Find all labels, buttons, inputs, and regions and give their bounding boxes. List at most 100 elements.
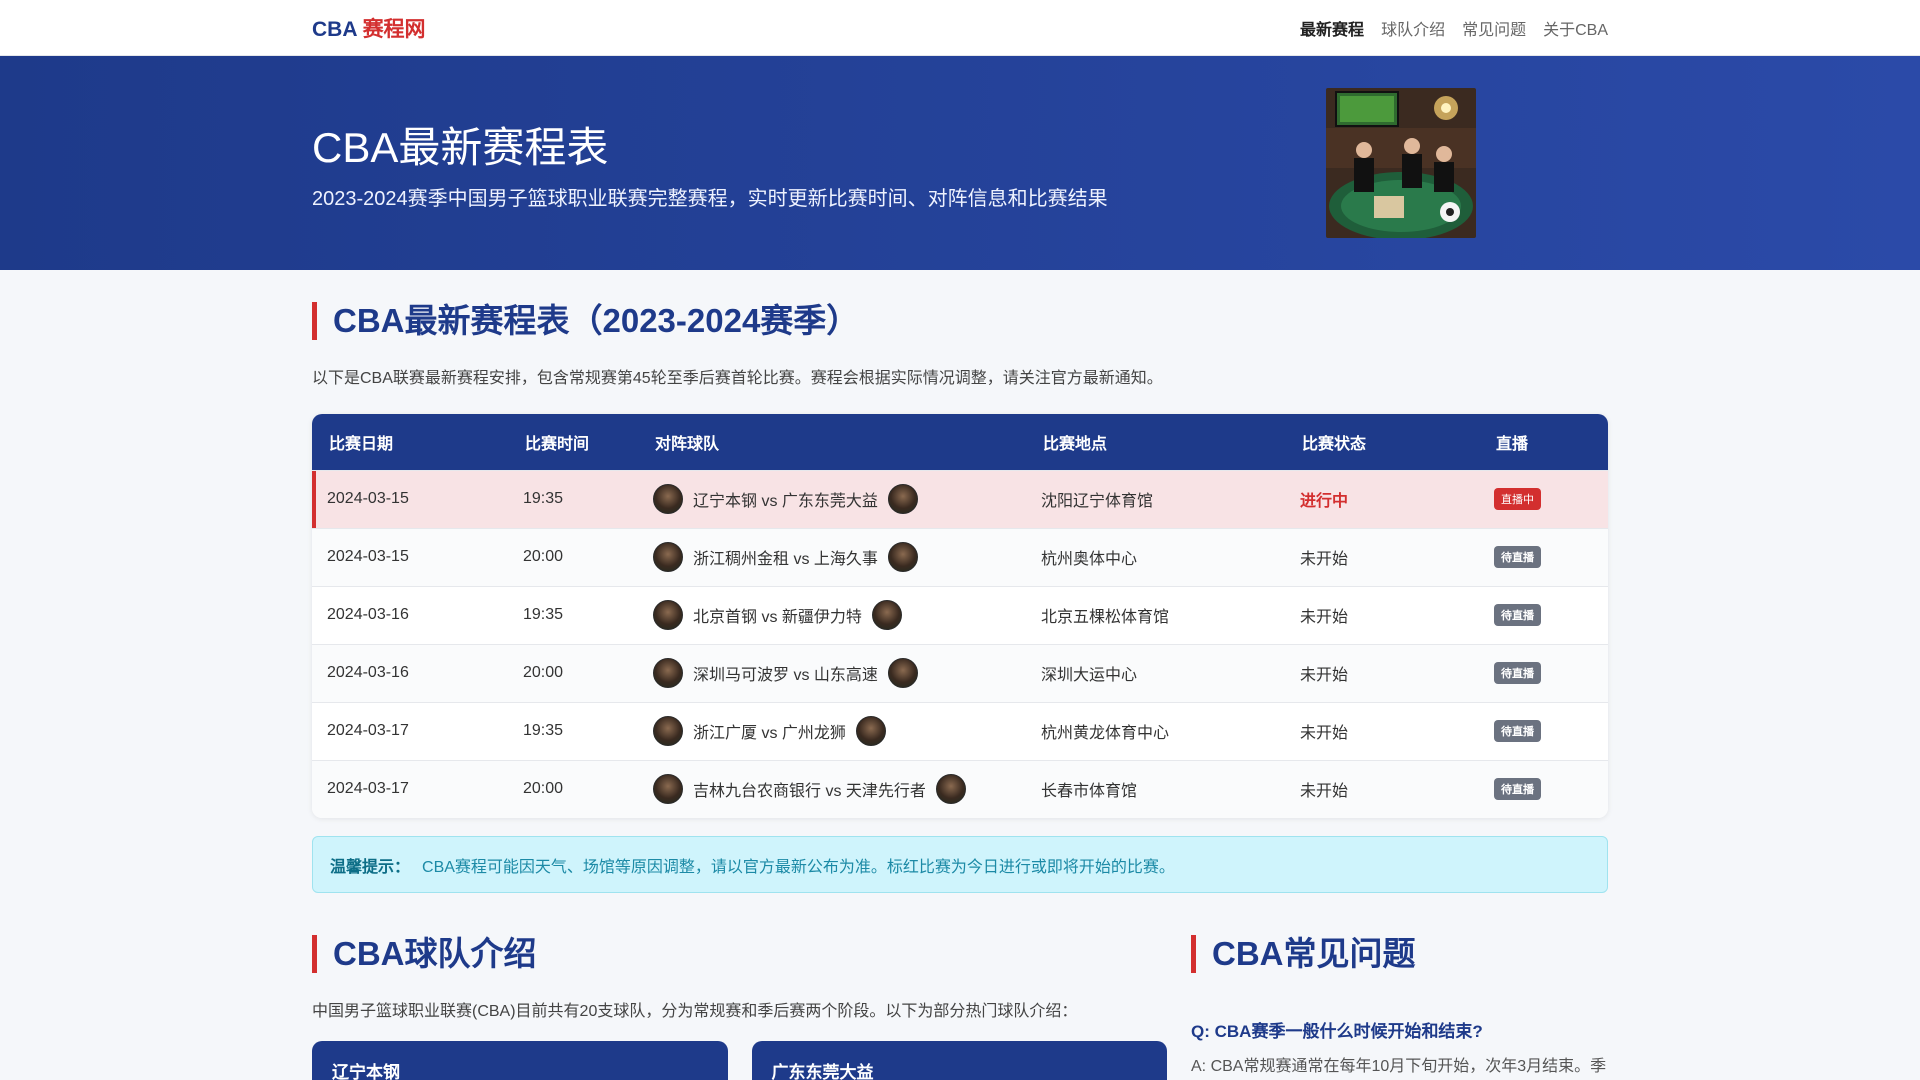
- pending-badge[interactable]: 待直播: [1494, 720, 1541, 742]
- match-date: 2024-03-16: [327, 606, 409, 623]
- match-teams: 北京首钢 vs 新疆伊力特: [638, 586, 1026, 644]
- brand-suffix: 赛程网: [362, 18, 426, 41]
- teams-text: 辽宁本钢 vs 广东东莞大益: [693, 493, 878, 510]
- brand-prefix: CBA: [312, 18, 357, 41]
- pending-badge[interactable]: 待直播: [1494, 546, 1541, 568]
- navbar: CBA 赛程网 最新赛程 球队介绍 常见问题 关于CBA: [0, 0, 1920, 56]
- schedule-description: 以下是CBA联赛最新赛程安排，包含常规赛第45轮至季后赛首轮比赛。赛程会根据实际…: [312, 370, 1163, 387]
- match-teams: 浙江广厦 vs 广州龙狮: [638, 702, 1026, 760]
- match-status: 未开始: [1300, 667, 1349, 684]
- notice-alert: 温馨提示： CBA赛程可能因天气、场馆等原因调整，请以官方最新公布为准。标红比赛…: [312, 836, 1608, 893]
- match-stream: 待直播: [1479, 644, 1608, 702]
- away-team-logo-icon: [887, 658, 918, 688]
- hero-subtitle: 2023-2024赛季中国男子篮球职业联赛完整赛程，实时更新比赛时间、对阵信息和…: [312, 188, 1108, 210]
- away-team-logo-icon: [855, 716, 886, 746]
- nav-link-schedule[interactable]: 最新赛程: [1300, 16, 1364, 40]
- home-team-logo-icon: [653, 600, 683, 630]
- live-badge[interactable]: 直播中: [1494, 488, 1541, 510]
- match-status: 未开始: [1300, 783, 1349, 801]
- table-row[interactable]: 2024-03-16 20:00 深圳马可波罗 vs 山东高速 深圳大运中心 未…: [312, 644, 1608, 702]
- match-date: 2024-03-16: [327, 664, 409, 681]
- teams-text: 浙江广厦 vs 广州龙狮: [693, 725, 846, 742]
- match-time: 20:00: [523, 664, 564, 681]
- match-stream: 待直播: [1479, 760, 1608, 818]
- lower-section: CBA球队介绍 中国男子篮球职业联赛(CBA)目前共有20支球队，分为常规赛和季…: [312, 903, 1608, 1080]
- schedule-table: 比赛日期 比赛时间 对阵球队 比赛地点 比赛状态 直播 2024-03-15 1…: [312, 414, 1608, 818]
- teams-text: 吉林九台农商银行 vs 天津先行者: [693, 783, 926, 801]
- match-teams: 深圳马可波罗 vs 山东高速: [638, 644, 1026, 702]
- match-time: 19:35: [523, 606, 564, 623]
- hero-image: [1326, 88, 1476, 238]
- match-venue: 北京五棵松体育馆: [1041, 609, 1170, 626]
- faq-question[interactable]: Q: CBA赛季一般什么时候开始和结束?: [1191, 1017, 1608, 1042]
- home-team-logo-icon: [653, 484, 683, 514]
- col-teams: 对阵球队: [655, 435, 720, 453]
- match-status: 未开始: [1300, 725, 1349, 742]
- home-team-logo-icon: [653, 658, 683, 688]
- teams-text: 北京首钢 vs 新疆伊力特: [693, 609, 862, 626]
- table-row[interactable]: 2024-03-15 19:35 辽宁本钢 vs 广东东莞大益 沈阳辽宁体育馆 …: [312, 470, 1608, 528]
- match-stream: 待直播: [1479, 702, 1608, 760]
- teams-description: 中国男子篮球职业联赛(CBA)目前共有20支球队，分为常规赛和季后赛两个阶段。以…: [312, 1003, 1078, 1020]
- pending-badge[interactable]: 待直播: [1494, 778, 1541, 801]
- teams-text: 浙江稠州金租 vs 上海久事: [693, 551, 878, 568]
- col-time: 比赛时间: [525, 435, 590, 453]
- hero-title: CBA最新赛程表: [312, 124, 609, 171]
- match-time: 20:00: [523, 780, 564, 798]
- home-team-logo-icon: [653, 774, 683, 805]
- match-venue: 杭州奥体中心: [1041, 551, 1138, 568]
- match-stream: 直播中: [1479, 470, 1608, 528]
- home-team-logo-icon: [653, 716, 683, 746]
- match-teams: 辽宁本钢 vs 广东东莞大益: [638, 470, 1026, 528]
- teams-text: 深圳马可波罗 vs 山东高速: [693, 667, 878, 684]
- faq-answer: A: CBA常规赛通常在每年10月下旬开始，次年3月结束。季: [1191, 1058, 1607, 1075]
- col-stream: 直播: [1496, 435, 1529, 453]
- table-row[interactable]: 2024-03-17 19:35 浙江广厦 vs 广州龙狮 杭州黄龙体育中心 未…: [312, 702, 1608, 760]
- pending-badge[interactable]: 待直播: [1494, 604, 1541, 626]
- match-date: 2024-03-15: [327, 548, 409, 565]
- match-status: 未开始: [1300, 551, 1349, 568]
- away-team-logo-icon: [887, 542, 918, 572]
- pending-badge[interactable]: 待直播: [1494, 662, 1541, 684]
- schedule-title: CBA最新赛程表（2023-2024赛季）: [312, 302, 1608, 340]
- match-date: 2024-03-17: [327, 722, 409, 739]
- col-date: 比赛日期: [329, 435, 394, 453]
- home-team-logo-icon: [653, 542, 683, 572]
- nav-link-faq[interactable]: 常见问题: [1462, 16, 1526, 40]
- main-nav: 最新赛程 球队介绍 常见问题 关于CBA: [1300, 16, 1608, 40]
- col-venue: 比赛地点: [1043, 435, 1108, 453]
- match-stream: 待直播: [1479, 586, 1608, 644]
- team-cards: 辽宁本钢 广东东莞大益: [312, 1041, 1167, 1080]
- match-venue: 杭州黄龙体育中心: [1041, 725, 1170, 742]
- teams-title: CBA球队介绍: [312, 935, 1167, 973]
- match-date: 2024-03-17: [327, 780, 409, 798]
- main-content: CBA最新赛程表（2023-2024赛季） 以下是CBA联赛最新赛程安排，包含常…: [312, 302, 1608, 1080]
- match-teams: 浙江稠州金租 vs 上海久事: [638, 528, 1026, 586]
- match-time: 19:35: [523, 722, 564, 739]
- col-status: 比赛状态: [1302, 435, 1367, 453]
- table-row[interactable]: 2024-03-15 20:00 浙江稠州金租 vs 上海久事 杭州奥体中心 未…: [312, 528, 1608, 586]
- table-row[interactable]: 2024-03-16 19:35 北京首钢 vs 新疆伊力特 北京五棵松体育馆 …: [312, 586, 1608, 644]
- away-team-logo-icon: [871, 600, 902, 630]
- match-teams: 吉林九台农商银行 vs 天津先行者: [638, 760, 1026, 818]
- nav-link-about[interactable]: 关于CBA: [1543, 16, 1608, 40]
- away-team-logo-icon: [887, 484, 918, 514]
- team-card-guangdong[interactable]: 广东东莞大益: [751, 1041, 1167, 1080]
- notice-label: 温馨提示：: [330, 858, 411, 876]
- match-time: 19:35: [523, 490, 564, 507]
- match-status: 进行中: [1300, 493, 1349, 510]
- match-date: 2024-03-15: [327, 490, 409, 507]
- nav-link-teams[interactable]: 球队介绍: [1381, 16, 1445, 40]
- away-team-logo-icon: [935, 774, 966, 805]
- table-row[interactable]: 2024-03-17 20:00 吉林九台农商银行 vs 天津先行者 长春市体育…: [312, 760, 1608, 818]
- teams-section: CBA球队介绍 中国男子篮球职业联赛(CBA)目前共有20支球队，分为常规赛和季…: [312, 903, 1167, 1080]
- site-logo[interactable]: CBA 赛程网: [312, 13, 426, 43]
- hero-banner: CBA最新赛程表 2023-2024赛季中国男子篮球职业联赛完整赛程，实时更新比…: [0, 56, 1920, 270]
- match-status: 未开始: [1300, 609, 1349, 626]
- match-venue: 深圳大运中心: [1041, 667, 1138, 684]
- team-card-liaoning[interactable]: 辽宁本钢: [312, 1041, 728, 1080]
- table-header-row: 比赛日期 比赛时间 对阵球队 比赛地点 比赛状态 直播: [312, 414, 1608, 470]
- match-stream: 待直播: [1479, 528, 1608, 586]
- faq-title: CBA常见问题: [1191, 935, 1608, 973]
- match-venue: 长春市体育馆: [1041, 783, 1138, 801]
